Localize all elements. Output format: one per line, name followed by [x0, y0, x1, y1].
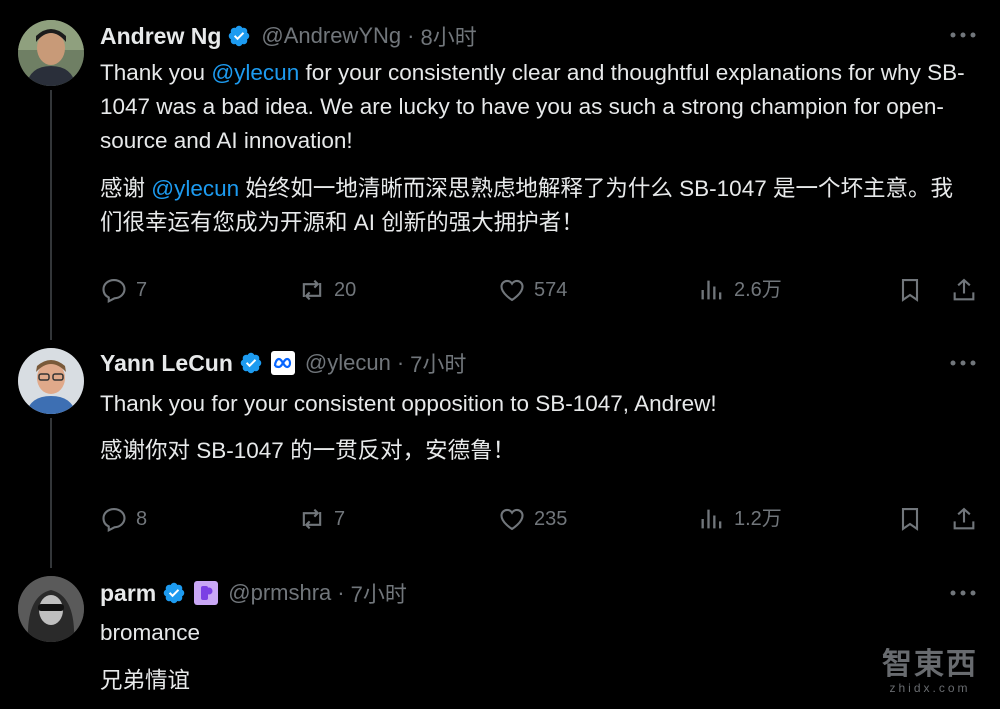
tweet-text-zh: 感谢 @ylecun 始终如一地清晰而深思熟虑地解释了为什么 SB-1047 是…: [100, 172, 972, 240]
repost-icon: [302, 279, 322, 301]
like-icon: [500, 508, 524, 531]
watermark-logo: 智東西 zhidx.com: [882, 639, 978, 695]
avatar-parm[interactable]: [18, 576, 84, 642]
views-count: 2.6万: [734, 279, 782, 301]
watermark-sub: zhidx.com: [889, 681, 971, 695]
like-count: 235: [534, 508, 568, 530]
verified-badge-icon: [240, 352, 262, 374]
more-icon[interactable]: [948, 20, 978, 50]
bookmark-button[interactable]: [896, 501, 932, 537]
author-handle[interactable]: @ylecun: [305, 350, 391, 376]
reply-icon: [102, 508, 126, 533]
views-button[interactable]: 1.2万: [698, 501, 782, 537]
more-icon[interactable]: [948, 578, 978, 608]
share-button[interactable]: [950, 501, 986, 537]
tweet-actions: 8 7 235 1.2万: [100, 501, 978, 537]
reply-count: 8: [136, 508, 148, 530]
more-icon[interactable]: [948, 348, 978, 378]
views-button[interactable]: 2.6万: [698, 272, 782, 308]
views-icon: [701, 509, 722, 529]
like-button[interactable]: 235: [498, 501, 567, 537]
like-button[interactable]: 574: [498, 272, 567, 308]
avatar-andrew-ng[interactable]: [18, 20, 84, 86]
tweet-time[interactable]: 7小时: [410, 347, 466, 379]
repost-count: 7: [334, 508, 346, 530]
share-icon: [953, 278, 975, 301]
reply-icon: [102, 279, 126, 304]
thread-line-2: [50, 418, 52, 568]
tweet-header: parm @prmshra · 7小时: [100, 576, 407, 610]
bookmark-button[interactable]: [896, 272, 932, 308]
meta-logo-icon[interactable]: [270, 351, 295, 375]
separator-dot: ·: [337, 580, 345, 605]
bookmark-icon: [901, 508, 919, 531]
author-name[interactable]: Yann LeCun: [100, 350, 233, 377]
repost-button[interactable]: 20: [298, 272, 356, 308]
verified-badge-icon: [164, 582, 185, 604]
reply-button[interactable]: 7: [100, 272, 147, 308]
bookmark-icon: [901, 279, 919, 302]
tweet-text-en: Thank you for your consistent opposition…: [100, 391, 717, 416]
author-name[interactable]: parm: [100, 580, 156, 607]
tweet-text-zh: 感谢你对 SB-1047 的一贯反对，安德鲁！: [100, 438, 516, 463]
watermark-main: 智東西: [882, 648, 978, 681]
tweet-header: Andrew Ng @AndrewYNg · 8小时: [100, 19, 477, 53]
mention-link[interactable]: @ylecun: [211, 60, 299, 85]
thread-line-1: [50, 90, 52, 340]
text-segment: Thank you: [100, 60, 212, 85]
repost-count: 20: [334, 279, 357, 301]
avatar-yann-lecun[interactable]: [18, 348, 84, 414]
repost-button[interactable]: 7: [298, 501, 345, 537]
author-handle[interactable]: @prmshra: [228, 580, 331, 606]
reply-count: 7: [136, 279, 148, 301]
tweet-actions: 7 20 574 2.6万: [100, 272, 978, 308]
text-segment: 感谢: [100, 176, 152, 201]
tweet-time[interactable]: 7小时: [351, 577, 407, 609]
like-count: 574: [534, 279, 568, 301]
separator-dot: ·: [407, 23, 415, 48]
tweet-text-en: Thank you @ylecun for your consistently …: [100, 56, 972, 158]
tweet-header: Yann LeCun @ylecun · 7小时: [100, 346, 466, 380]
tweet-text-en: bromance: [100, 620, 201, 645]
separator-dot: ·: [396, 350, 405, 375]
share-button[interactable]: [950, 272, 986, 308]
tweet-time[interactable]: 8小时: [420, 20, 476, 52]
tweet-text-zh: 兄弟情谊: [100, 668, 191, 693]
author-handle[interactable]: @AndrewYNg: [261, 23, 401, 49]
reply-button[interactable]: 8: [100, 501, 147, 537]
views-icon: [701, 280, 722, 300]
share-icon: [953, 507, 975, 530]
like-icon: [500, 279, 524, 302]
affiliate-badge-icon[interactable]: [194, 581, 219, 605]
verified-badge-icon: [229, 25, 250, 47]
views-count: 1.2万: [734, 508, 782, 530]
repost-icon: [302, 508, 322, 530]
mention-link[interactable]: @ylecun: [151, 176, 239, 201]
author-name[interactable]: Andrew Ng: [100, 23, 221, 50]
